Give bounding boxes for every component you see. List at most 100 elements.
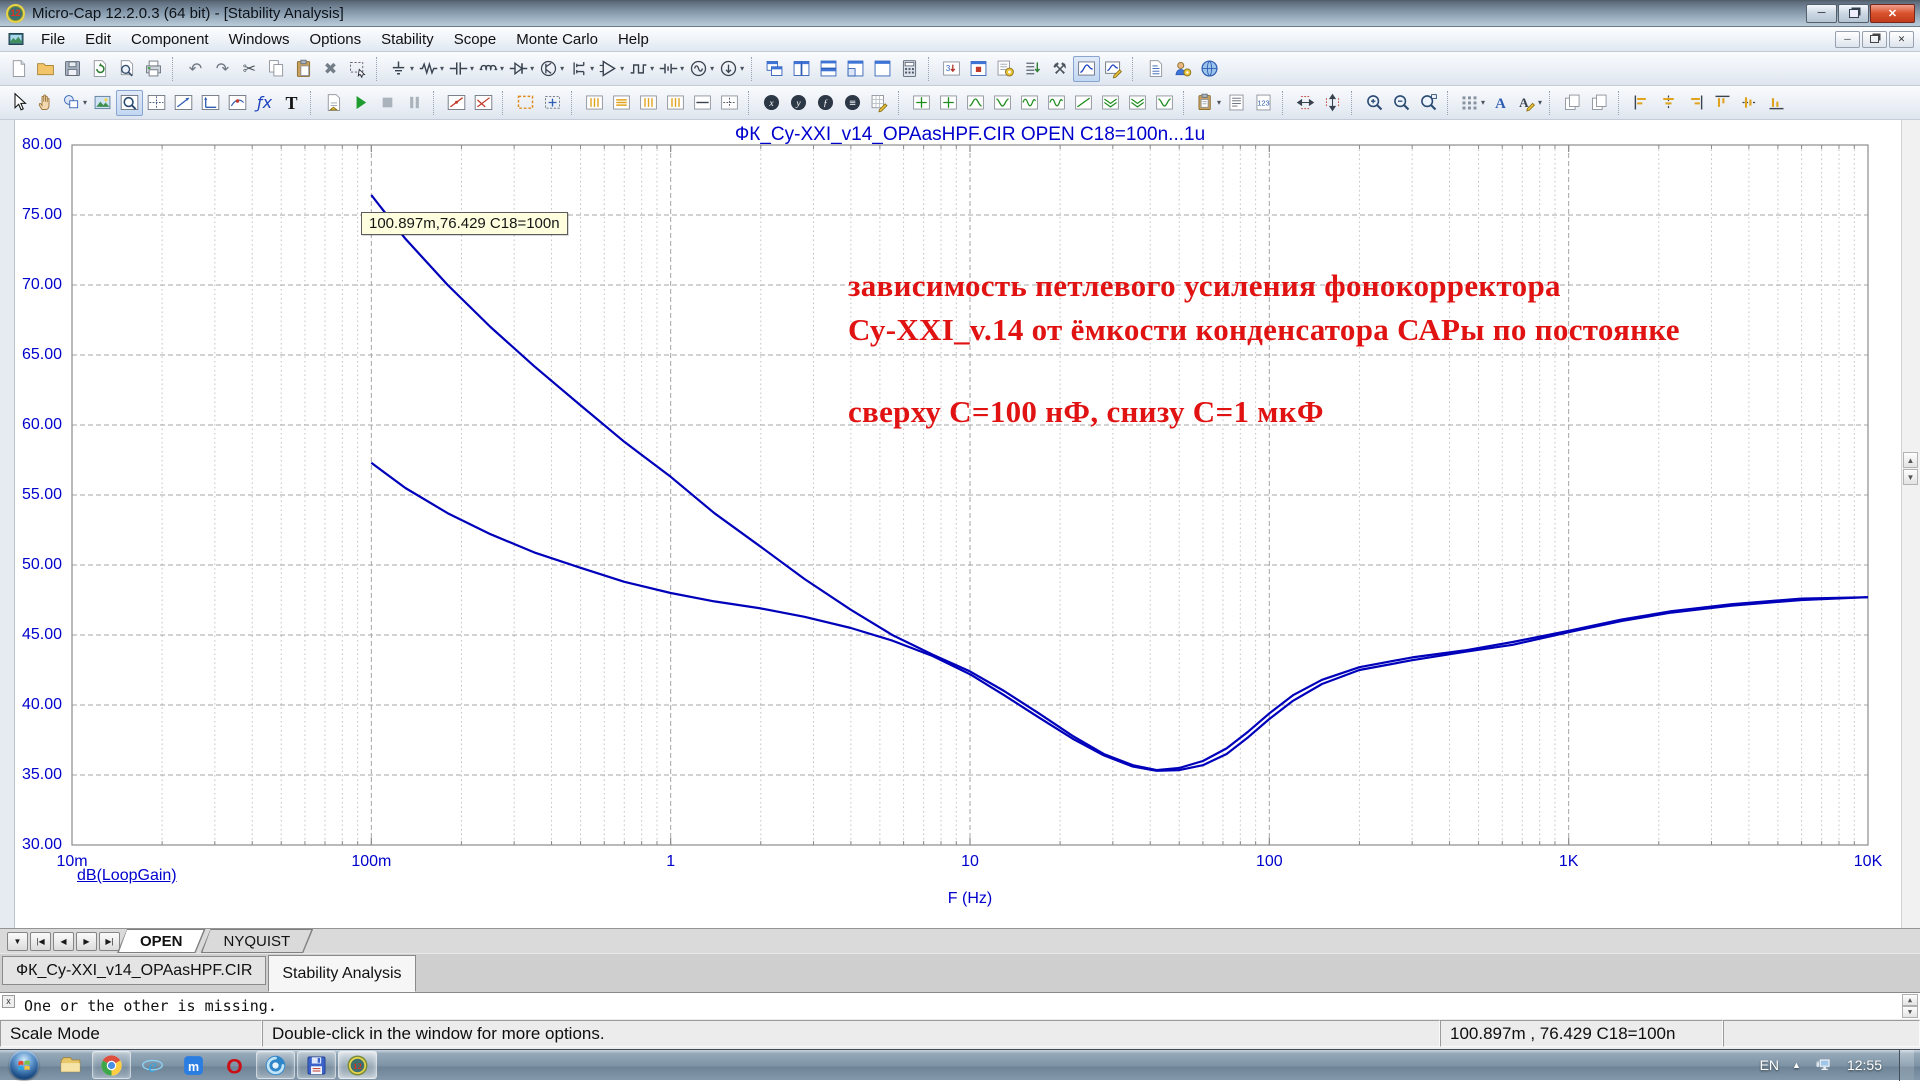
- menu-monte-carlo[interactable]: Monte Carlo: [506, 30, 608, 49]
- taskbar-app-micro-cap[interactable]: 12: [338, 1051, 377, 1079]
- single-line-box-button[interactable]: [689, 90, 716, 116]
- inductor-component-button[interactable]: ▾: [476, 56, 506, 82]
- slope-tag-button[interactable]: [170, 90, 197, 116]
- select-region-button[interactable]: [512, 90, 539, 116]
- align-bottom-button[interactable]: [1763, 90, 1790, 116]
- open-file-button[interactable]: [32, 56, 59, 82]
- sine-source-component-button[interactable]: ▾: [686, 56, 716, 82]
- cursor-low-button[interactable]: [1043, 90, 1070, 116]
- cursor-global-low-button[interactable]: [1124, 90, 1151, 116]
- align-center-button[interactable]: [1655, 90, 1682, 116]
- panel-vertical-1-button[interactable]: [581, 90, 608, 116]
- cursor-inflection-button[interactable]: [1070, 90, 1097, 116]
- taskbar-app-maxthon[interactable]: m: [174, 1051, 213, 1079]
- cursor-valley-button[interactable]: [989, 90, 1016, 116]
- pan-mode-button[interactable]: [32, 90, 59, 116]
- x-axis-settings-button[interactable]: x: [758, 90, 785, 116]
- network-icon[interactable]: [1814, 1055, 1834, 1075]
- cut-button[interactable]: ✂: [236, 56, 263, 82]
- text-mode-button[interactable]: T: [278, 90, 305, 116]
- component-list-button[interactable]: [992, 56, 1019, 82]
- zoom-out-button[interactable]: [1388, 90, 1415, 116]
- copy-button[interactable]: [263, 56, 290, 82]
- expressions-button[interactable]: ≡: [839, 90, 866, 116]
- pulse-source-component-button[interactable]: ▾: [626, 56, 656, 82]
- y-axis-settings-button[interactable]: y: [785, 90, 812, 116]
- point-tag-button[interactable]: [224, 90, 251, 116]
- ground-component-button[interactable]: ▾: [386, 56, 416, 82]
- message-scroll-up-icon[interactable]: ▲: [1902, 994, 1918, 1006]
- taskbar-app-internet-explorer[interactable]: e: [133, 1051, 172, 1079]
- align-right-button[interactable]: [1682, 90, 1709, 116]
- hidden-icons-arrow-icon[interactable]: ▲: [1792, 1060, 1801, 1070]
- cursor-mode-button[interactable]: [143, 90, 170, 116]
- analysis-window-button[interactable]: [965, 56, 992, 82]
- first-tab-button[interactable]: |◀: [30, 932, 51, 951]
- menu-help[interactable]: Help: [608, 30, 659, 49]
- zoom-area-button[interactable]: [1415, 90, 1442, 116]
- message-scrollbar[interactable]: ▲ ▼: [1902, 994, 1918, 1019]
- align-left-button[interactable]: [1628, 90, 1655, 116]
- analysis-plot-button[interactable]: [1073, 56, 1100, 82]
- child-restore-button[interactable]: [1862, 31, 1887, 48]
- vertical-tag-button[interactable]: [197, 90, 224, 116]
- document-tab-inactive[interactable]: ФК_Су-XXI_v14_OPAasHPF.CIR: [2, 956, 266, 985]
- paste-button[interactable]: [290, 56, 317, 82]
- box-select-button[interactable]: [344, 56, 371, 82]
- font-settings-button[interactable]: A▾: [1514, 90, 1544, 116]
- y-axis-expression[interactable]: dB(LoopGain): [77, 867, 177, 885]
- clipboard-special-dropdown-icon[interactable]: ▾: [1217, 98, 1221, 107]
- redo-button[interactable]: ↷: [209, 56, 236, 82]
- panel-vertical-3-button[interactable]: [662, 90, 689, 116]
- start-button[interactable]: [9, 1050, 39, 1080]
- to-front-button[interactable]: [1559, 90, 1586, 116]
- maximize-window-button[interactable]: [869, 56, 896, 82]
- tile-horizontal-button[interactable]: [815, 56, 842, 82]
- delete-button[interactable]: ✖: [317, 56, 344, 82]
- taskbar-app-save-tool[interactable]: [297, 1051, 336, 1079]
- mosfet-component-button[interactable]: ▾: [566, 56, 596, 82]
- language-indicator[interactable]: EN: [1760, 1057, 1779, 1073]
- font-color-button[interactable]: A: [1487, 90, 1514, 116]
- clipboard-special-button[interactable]: ▾: [1193, 90, 1223, 116]
- align-middle-button[interactable]: [1736, 90, 1763, 116]
- resistor-component-button[interactable]: ▾: [416, 56, 446, 82]
- cursor-peak-button[interactable]: [962, 90, 989, 116]
- pause-analysis-button[interactable]: [401, 90, 428, 116]
- menu-options[interactable]: Options: [299, 30, 371, 49]
- grid-properties-button[interactable]: [866, 90, 893, 116]
- pulse-source-component-dropdown-icon[interactable]: ▾: [650, 64, 654, 73]
- diode-component-button[interactable]: ▾: [506, 56, 536, 82]
- capacitor-component-button[interactable]: ▾: [446, 56, 476, 82]
- cursor-next-button[interactable]: [908, 90, 935, 116]
- zoom-in-button[interactable]: [1361, 90, 1388, 116]
- stability-chart[interactable]: [0, 120, 1901, 928]
- calculator-button[interactable]: [896, 56, 923, 82]
- transistor-component-button[interactable]: ▾: [536, 56, 566, 82]
- taskbar-app-windows-explorer[interactable]: [51, 1051, 90, 1079]
- graphics-mode-dropdown-icon[interactable]: ▾: [83, 98, 87, 107]
- numeric-output-button[interactable]: [1223, 90, 1250, 116]
- battery-component-dropdown-icon[interactable]: ▾: [680, 64, 684, 73]
- menu-file[interactable]: File: [31, 30, 75, 49]
- minimize-button[interactable]: ─: [1806, 4, 1837, 23]
- cursor-global-high-button[interactable]: [1097, 90, 1124, 116]
- menu-windows[interactable]: Windows: [219, 30, 300, 49]
- print-preview-button[interactable]: [113, 56, 140, 82]
- opamp-component-button[interactable]: ▾: [596, 56, 626, 82]
- cursor-previous-button[interactable]: [935, 90, 962, 116]
- preferences-tools-button[interactable]: ⚒: [1046, 56, 1073, 82]
- performance-tag-button[interactable]: [443, 90, 470, 116]
- ground-component-dropdown-icon[interactable]: ▾: [410, 64, 414, 73]
- opamp-component-dropdown-icon[interactable]: ▾: [620, 64, 624, 73]
- child-close-button[interactable]: ✕: [1889, 31, 1914, 48]
- child-minimize-button[interactable]: ─: [1835, 31, 1860, 48]
- last-tab-button[interactable]: ▶|: [99, 932, 120, 951]
- vertical-scrollbar[interactable]: ▲ ▼: [1901, 120, 1920, 928]
- cascade-windows-button[interactable]: [761, 56, 788, 82]
- restore-button[interactable]: [1838, 4, 1869, 23]
- prev-tab-button[interactable]: ◀: [53, 932, 74, 951]
- curve-C18=1u[interactable]: [371, 463, 1868, 771]
- document-tab-active[interactable]: Stability Analysis: [268, 955, 415, 992]
- formula-text-button[interactable]: ƒx: [251, 90, 278, 116]
